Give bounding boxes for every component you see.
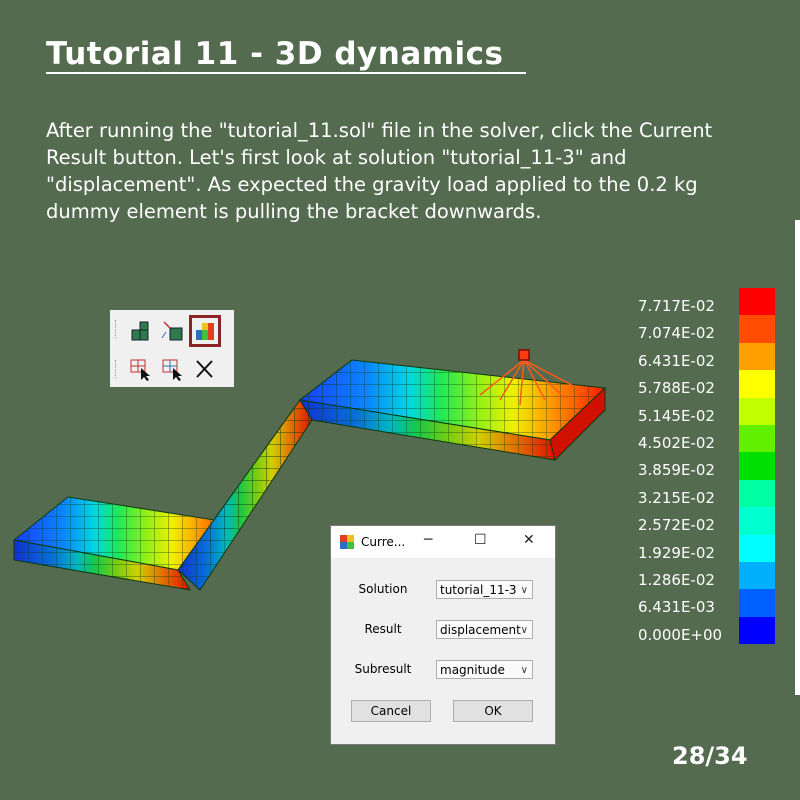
legend-label: 2.572E-02 [638, 516, 715, 535]
legend-label: 5.145E-02 [638, 406, 715, 425]
legend-label: 1.929E-02 [638, 543, 715, 562]
result-label: Result [364, 622, 402, 636]
current-result-dialog: Curre... ─ ☐ ✕ Solution tutorial_11-3 ∨ … [330, 525, 556, 745]
subresult-label: Subresult [354, 662, 412, 676]
legend-label: 5.788E-02 [638, 379, 715, 398]
legend-swatch [739, 397, 775, 425]
legend-swatch [739, 452, 775, 480]
result-toolbar [110, 310, 234, 387]
deformed-mesh-icon[interactable] [160, 318, 186, 344]
legend-swatch [739, 424, 775, 453]
page-number: 28/34 [672, 742, 748, 770]
legend-label: 4.502E-02 [638, 434, 715, 453]
toolbar-separator [115, 320, 118, 338]
legend-label: 3.215E-02 [638, 488, 715, 507]
dialog-titlebar[interactable]: Curre... ─ ☐ ✕ [331, 526, 555, 558]
legend-swatch [739, 342, 775, 371]
legend-label: 0.000E+00 [638, 625, 723, 644]
solution-value: tutorial_11-3 [440, 583, 517, 597]
legend-label: 7.717E-02 [638, 297, 715, 315]
legend-swatch [739, 616, 775, 645]
legend-swatch [739, 561, 775, 590]
legend-label: 6.431E-03 [638, 598, 715, 617]
chevron-down-icon: ∨ [520, 665, 528, 676]
legend-swatch [739, 589, 775, 617]
legend-label: 6.431E-02 [638, 351, 715, 370]
legend-swatch [739, 315, 775, 343]
select-elements-icon[interactable] [128, 356, 154, 382]
chevron-down-icon: ∨ [520, 625, 528, 636]
legend-swatch [739, 507, 775, 535]
legend-swatch [739, 288, 775, 316]
dialog-title: Curre... [361, 535, 406, 549]
legend-label: 1.286E-02 [638, 571, 715, 590]
ok-button[interactable]: OK [453, 700, 533, 722]
legend-swatch [739, 370, 775, 398]
mesh-view-icon[interactable] [128, 318, 154, 344]
legend-swatch [739, 479, 775, 508]
minimize-icon[interactable]: ─ [424, 532, 432, 548]
select-nodes-icon[interactable] [160, 356, 186, 382]
close-icon[interactable]: ✕ [523, 532, 535, 548]
toolbar-separator [115, 360, 118, 378]
legend-color-bar [739, 288, 775, 645]
legend-label: 3.859E-02 [638, 461, 715, 480]
legend-swatch [739, 534, 775, 562]
current-result-icon[interactable] [189, 315, 221, 347]
clear-icon[interactable] [192, 356, 218, 382]
chevron-down-icon: ∨ [520, 585, 528, 596]
app-icon [340, 535, 354, 549]
solution-label: Solution [358, 582, 408, 596]
solution-select[interactable]: tutorial_11-3 ∨ [436, 580, 533, 599]
cancel-button[interactable]: Cancel [351, 700, 431, 722]
subresult-value: magnitude [440, 663, 505, 677]
subresult-select[interactable]: magnitude ∨ [436, 660, 533, 679]
legend-label: 7.074E-02 [638, 324, 715, 343]
result-value: displacement [440, 623, 521, 637]
result-select[interactable]: displacement ∨ [436, 620, 533, 639]
legend-labels: 7.717E-02 7.074E-02 6.431E-02 5.788E-02 5.14… [638, 293, 722, 649]
maximize-icon[interactable]: ☐ [474, 532, 487, 548]
